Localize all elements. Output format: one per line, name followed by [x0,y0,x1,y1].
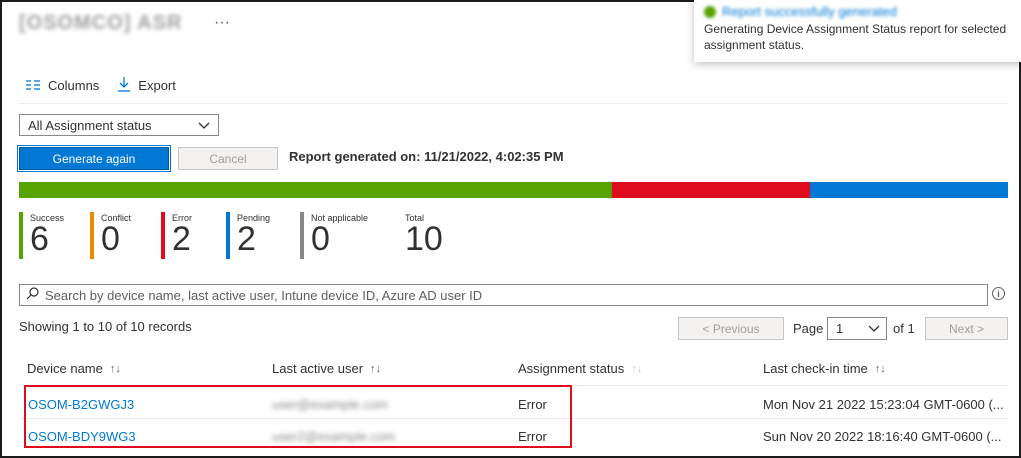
status-distribution-bar [19,182,1008,198]
counter-value: 0 [101,220,120,258]
columns-label: Columns [48,78,100,93]
chevron-down-icon [198,118,210,133]
assignment-status-value: All Assignment status [28,117,152,133]
records-count: Showing 1 to 10 of 10 records [19,319,192,334]
toast-title: Report successfully generated [704,4,1021,19]
search-input[interactable] [45,287,987,303]
assignment-status-dropdown[interactable]: All Assignment status [19,114,219,136]
counter-value: 10 [405,220,443,258]
cancel-button[interactable]: Cancel [178,147,278,170]
column-header-device-name[interactable]: Device name ↑↓ [27,361,121,376]
success-icon [704,5,716,18]
last-check-in-time: Mon Nov 21 2022 15:23:04 GMT-0600 (... [763,397,1004,412]
last-check-in-time: Sun Nov 20 2022 18:16:40 GMT-0600 (... [763,429,1002,444]
export-button[interactable]: Export [117,76,176,95]
counter-error[interactable]: Error 2 [161,212,192,259]
sort-icon: ↑↓ [109,362,121,375]
counter-value: 2 [172,220,191,258]
previous-page-button[interactable]: < Previous [678,317,784,340]
highlight-annotation [24,385,572,448]
counter-conflict[interactable]: Conflict 0 [90,212,131,259]
column-header-label: Assignment status [518,361,625,376]
toolbar-divider [19,103,1008,104]
sort-icon: ↑↓ [370,362,382,375]
page-total: of 1 [893,321,915,336]
next-page-button[interactable]: Next > [925,317,1008,340]
page-title: [OSOMCO] ASR [19,12,183,34]
column-header-label: Last active user [272,361,364,376]
column-header-last-active-user[interactable]: Last active user ↑↓ [272,361,381,376]
toast-title-text: Report successfully generated [722,4,897,19]
column-header-label: Last check-in time [763,361,868,376]
counter-value: 6 [30,220,49,258]
column-header-label: Device name [27,361,103,376]
page-select-value: 1 [836,321,844,336]
counter-value: 0 [311,220,330,258]
counter-total: Total 10 [394,212,443,259]
error-segment [612,182,811,198]
download-icon [117,76,131,95]
generate-again-button[interactable]: Generate again [17,145,171,172]
chevron-down-icon [868,321,880,336]
report-generated-text: Report generated on: 11/21/2022, 4:02:35… [289,149,564,164]
column-header-assignment-status[interactable]: Assignment status ↑↓ [518,361,642,376]
export-label: Export [138,78,176,93]
search-icon [26,287,39,303]
counter-value: 2 [237,220,256,258]
page-label: Page [793,321,824,336]
success-segment [19,182,613,198]
info-icon[interactable]: i [992,287,1005,300]
more-actions-button[interactable]: ··· [214,14,230,32]
pending-segment [810,182,1008,198]
search-box[interactable] [19,284,988,306]
toolbar: Columns Export [25,76,176,95]
counter-not-applicable[interactable]: Not applicable 0 [300,212,368,259]
counter-success[interactable]: Success 6 [19,212,64,259]
counter-pending[interactable]: Pending 2 [226,212,270,259]
toast-body: Generating Device Assignment Status repo… [704,22,1007,52]
column-header-last-check-in-time[interactable]: Last check-in time ↑↓ [763,361,886,376]
columns-icon [25,78,41,94]
columns-button[interactable]: Columns [25,78,99,94]
notification-toast[interactable]: Report successfully generated Generating… [694,0,1021,62]
sort-icon: ↑↓ [874,362,886,375]
page-select[interactable]: 1 [827,317,887,340]
sort-icon: ↑↓ [631,362,643,375]
